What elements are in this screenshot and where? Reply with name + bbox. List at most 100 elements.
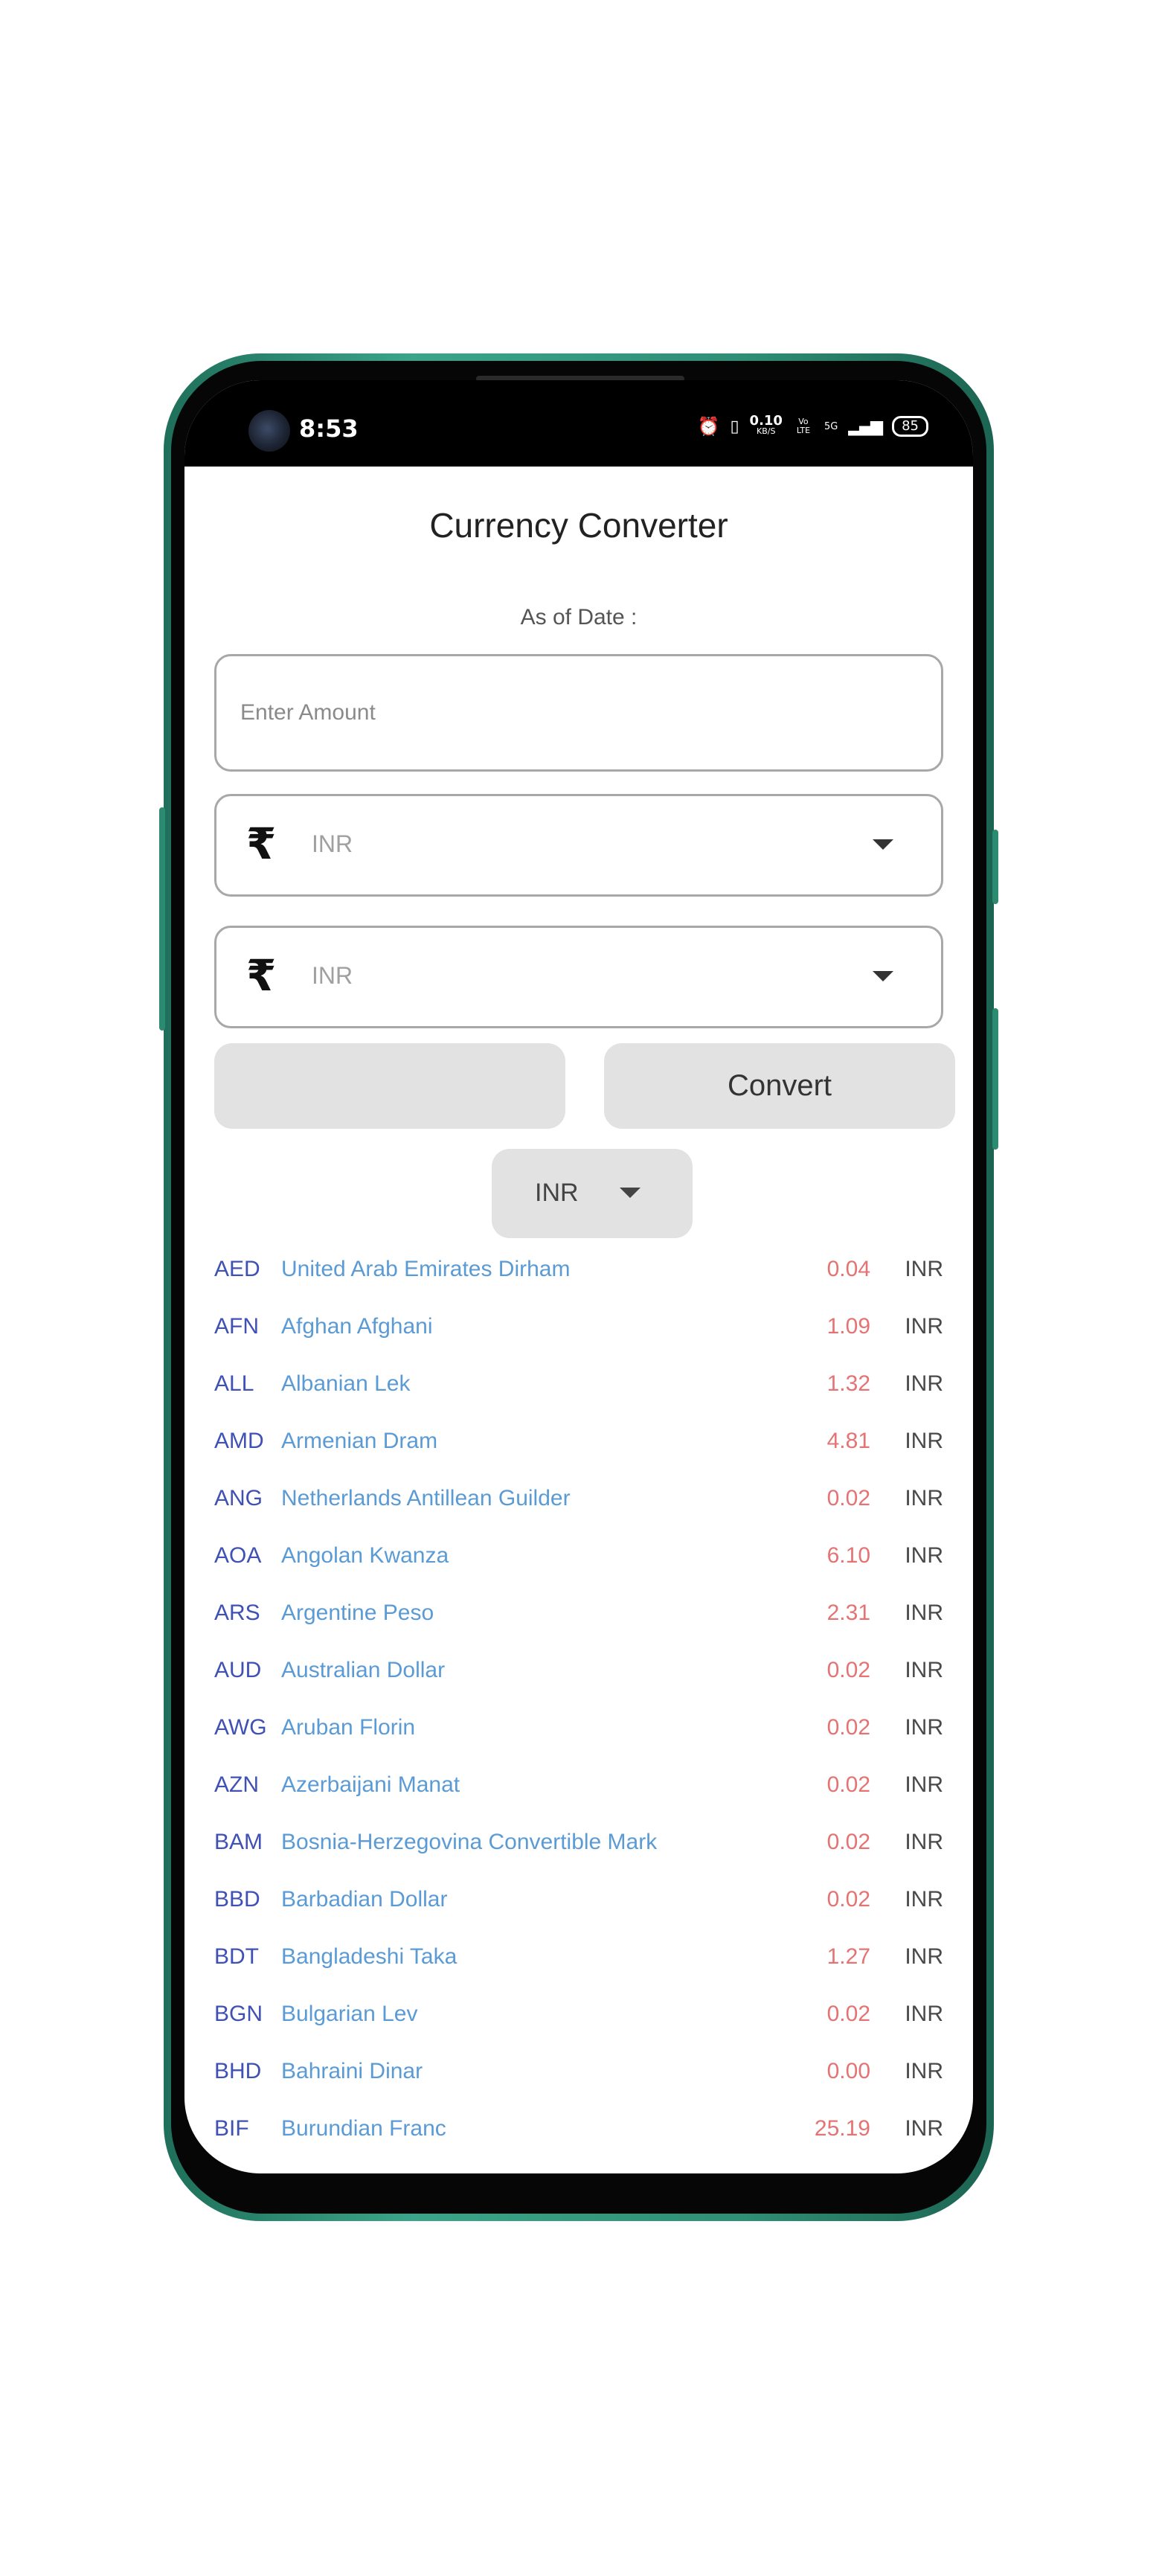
currency-name: Argentine Peso — [281, 1601, 434, 1625]
amount-field[interactable] — [214, 654, 943, 772]
phone-screen: 8:53 ⏰ ▯ 0.10 KB/S Vo LTE 5G ▂▄▆ 85 Curr… — [184, 380, 973, 2173]
target-currency: INR — [905, 1371, 943, 1396]
currency-name: Burundian Franc — [281, 2116, 446, 2141]
volte-label: Vo LTE — [796, 417, 811, 435]
rates-list[interactable]: AED United Arab Emirates Dirham 0.04 INR AFN… — [214, 1243, 943, 2160]
currency-name: Bangladeshi Taka — [281, 1944, 458, 1969]
list-item[interactable]: BGN Bulgarian Lev 0.02 INR — [214, 1988, 943, 2045]
list-item[interactable]: ANG Netherlands Antillean Guilder 0.02 INR — [214, 1473, 943, 1530]
currency-code: ALL — [214, 1371, 254, 1396]
currency-code: BBD — [214, 1887, 260, 1912]
target-currency: INR — [905, 1830, 943, 1854]
currency-name: Armenian Dram — [281, 1429, 438, 1453]
list-item[interactable]: AFN Afghan Afghani 1.09 INR — [214, 1301, 943, 1358]
rate-value: 0.02 — [826, 1486, 870, 1510]
list-item[interactable]: BHD Bahraini Dinar 0.00 INR — [214, 2045, 943, 2103]
currency-code: AZN — [214, 1772, 259, 1797]
net-speed-value: 0.10 — [749, 413, 783, 429]
target-currency: INR — [905, 1601, 943, 1625]
alert-slider — [992, 830, 998, 904]
power-button — [992, 1008, 998, 1150]
page-title: Currency Converter — [429, 506, 728, 545]
status-icons: ⏰ ▯ 0.10 KB/S Vo LTE 5G ▂▄▆ 85 — [697, 413, 928, 437]
list-item[interactable]: BDT Bangladeshi Taka 1.27 INR — [214, 1931, 943, 1988]
from-currency-value: INR — [312, 830, 353, 857]
amount-input[interactable] — [239, 656, 822, 769]
front-camera — [248, 410, 290, 452]
network-label: 5G — [824, 420, 838, 432]
currency-name: Bulgarian Lev — [281, 2002, 418, 2026]
chevron-down-icon — [873, 971, 893, 981]
list-item[interactable]: AMD Armenian Dram 4.81 INR — [214, 1415, 943, 1473]
rate-value: 1.27 — [826, 1944, 870, 1969]
target-currency: INR — [905, 2116, 943, 2141]
list-item[interactable]: BBD Barbadian Dollar 0.02 INR — [214, 1874, 943, 1931]
rate-value: 1.32 — [826, 1371, 870, 1396]
currency-code: AFN — [214, 1314, 259, 1339]
rate-value: 1.09 — [826, 1314, 870, 1339]
currency-name: Aruban Florin — [281, 1715, 416, 1740]
vibrate-icon: ▯ — [730, 417, 739, 436]
target-currency: INR — [905, 1887, 943, 1912]
currency-name: Netherlands Antillean Guilder — [281, 1486, 571, 1510]
phone-bezel: 8:53 ⏰ ▯ 0.10 KB/S Vo LTE 5G ▂▄▆ 85 Curr… — [171, 361, 986, 2214]
currency-code: AMD — [214, 1429, 264, 1453]
base-currency-select[interactable]: INR — [492, 1149, 693, 1238]
list-item[interactable]: AUD Australian Dollar 0.02 INR — [214, 1644, 943, 1702]
list-item[interactable]: AED United Arab Emirates Dirham 0.04 INR — [214, 1243, 943, 1301]
volume-button — [159, 807, 165, 1031]
currency-name: United Arab Emirates Dirham — [281, 1257, 571, 1281]
currency-name: Afghan Afghani — [281, 1314, 433, 1339]
rate-value: 0.02 — [826, 1830, 870, 1854]
currency-code: ARS — [214, 1601, 260, 1625]
target-currency: INR — [905, 1944, 943, 1969]
app-content: Currency Converter As of Date : ₹ INR ₹ … — [184, 467, 973, 2173]
rate-value: 2.31 — [826, 1601, 870, 1625]
rate-value: 0.04 — [826, 1257, 870, 1281]
rate-value: 6.10 — [826, 1543, 870, 1568]
list-item[interactable]: BIF Burundian Franc 25.19 INR — [214, 2103, 943, 2160]
battery-icon: 85 — [892, 416, 928, 437]
currency-code: BHD — [214, 2059, 262, 2083]
target-currency: INR — [905, 1658, 943, 1682]
currency-name: Bahraini Dinar — [281, 2059, 423, 2083]
net-speed-unit: KB/S — [757, 426, 776, 436]
list-item[interactable]: AZN Azerbaijani Manat 0.02 INR — [214, 1759, 943, 1816]
currency-name: Azerbaijani Manat — [281, 1772, 460, 1797]
status-time: 8:53 — [299, 414, 359, 443]
currency-code: BGN — [214, 2002, 263, 2026]
rate-value: 0.02 — [826, 1772, 870, 1797]
currency-code: BAM — [214, 1830, 263, 1854]
target-currency: INR — [905, 1543, 943, 1568]
result-button[interactable] — [214, 1043, 565, 1129]
target-currency: INR — [905, 1314, 943, 1339]
currency-name: Angolan Kwanza — [281, 1543, 449, 1568]
currency-code: ANG — [214, 1486, 263, 1510]
rate-value: 0.02 — [826, 1658, 870, 1682]
rate-value: 4.81 — [826, 1429, 870, 1453]
target-currency: INR — [905, 2059, 943, 2083]
alarm-icon: ⏰ — [697, 416, 720, 437]
target-currency: INR — [905, 1772, 943, 1797]
convert-button[interactable]: Convert — [604, 1043, 955, 1129]
base-currency-value: INR — [535, 1179, 579, 1207]
to-currency-select[interactable]: ₹ INR — [214, 926, 943, 1028]
target-currency: INR — [905, 1715, 943, 1740]
list-item[interactable]: AWG Aruban Florin 0.02 INR — [214, 1702, 943, 1759]
rupee-icon: ₹ — [246, 818, 277, 869]
list-item[interactable]: ALL Albanian Lek 1.32 INR — [214, 1358, 943, 1415]
rate-value: 25.19 — [814, 2116, 870, 2141]
currency-code: BDT — [214, 1944, 259, 1969]
from-currency-select[interactable]: ₹ INR — [214, 794, 943, 897]
currency-name: Australian Dollar — [281, 1658, 446, 1682]
chevron-down-icon — [620, 1188, 640, 1198]
status-bar: 8:53 ⏰ ▯ 0.10 KB/S Vo LTE 5G ▂▄▆ 85 — [184, 380, 973, 467]
currency-code: AUD — [214, 1658, 262, 1682]
list-item[interactable]: AOA Angolan Kwanza 6.10 INR — [214, 1530, 943, 1587]
list-item[interactable]: BAM Bosnia-Herzegovina Convertible Mark 0.… — [214, 1816, 943, 1874]
phone-frame: 8:53 ⏰ ▯ 0.10 KB/S Vo LTE 5G ▂▄▆ 85 Curr… — [159, 353, 998, 2221]
target-currency: INR — [905, 2002, 943, 2026]
currency-code: AOA — [214, 1543, 262, 1568]
net-speed: 0.10 KB/S — [749, 413, 783, 437]
list-item[interactable]: ARS Argentine Peso 2.31 INR — [214, 1587, 943, 1644]
